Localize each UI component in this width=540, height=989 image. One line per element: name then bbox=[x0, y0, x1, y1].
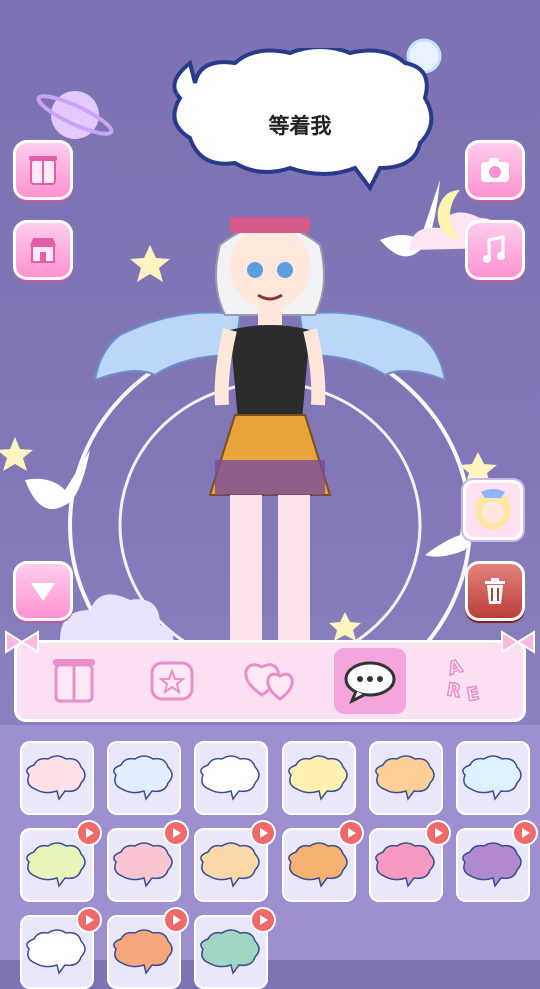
play-video-icon bbox=[252, 822, 274, 844]
bubble-sheep[interactable] bbox=[20, 909, 100, 989]
play-video-icon bbox=[165, 822, 187, 844]
bubble-preview-icon bbox=[200, 755, 260, 801]
delete-button[interactable] bbox=[465, 561, 525, 621]
bubble-zigzag-yellow[interactable] bbox=[282, 741, 356, 815]
bubble-shiba[interactable] bbox=[194, 822, 274, 902]
bubble-cloud-pink[interactable] bbox=[20, 741, 94, 815]
letters-icon: A R E bbox=[444, 655, 481, 707]
camera-icon bbox=[481, 158, 509, 182]
bubble-purple-stripe[interactable] bbox=[456, 822, 536, 902]
wardrobe-button[interactable] bbox=[13, 140, 73, 200]
star-decor bbox=[0, 437, 33, 471]
wardrobe-icon bbox=[53, 659, 95, 703]
tab-stickers[interactable] bbox=[136, 648, 208, 714]
music-button[interactable] bbox=[465, 220, 525, 280]
bubble-preview-icon bbox=[113, 842, 173, 888]
bow-icon bbox=[501, 630, 535, 654]
bubble-preview-icon bbox=[200, 929, 260, 975]
bubble-grid bbox=[0, 725, 540, 989]
bubble-teal-check[interactable] bbox=[194, 909, 274, 989]
bubble-preview-icon bbox=[375, 842, 435, 888]
shop-button[interactable] bbox=[13, 220, 73, 280]
bubble-preview-icon bbox=[462, 755, 522, 801]
play-video-icon bbox=[78, 822, 100, 844]
play-video-icon bbox=[514, 822, 536, 844]
speech-bubble-text: 等着我 bbox=[268, 114, 332, 138]
star-box-icon bbox=[150, 661, 194, 701]
bubble-preview-icon bbox=[375, 755, 435, 801]
planet-decor bbox=[36, 91, 114, 139]
goggles bbox=[230, 217, 310, 233]
bubble-round-white[interactable] bbox=[194, 741, 268, 815]
bubble-pink-envelope[interactable] bbox=[369, 822, 449, 902]
bubble-orange-check[interactable] bbox=[369, 741, 443, 815]
bow-icon bbox=[5, 630, 39, 654]
bubble-orange-cat[interactable] bbox=[107, 909, 187, 989]
camera-button[interactable] bbox=[465, 140, 525, 200]
bubble-preview-icon bbox=[113, 755, 173, 801]
category-toolbar: A R E bbox=[5, 630, 535, 722]
bubble-blue-cloud[interactable] bbox=[456, 741, 530, 815]
tab-speech-bubbles[interactable] bbox=[334, 648, 406, 714]
character-thumbnail-button[interactable] bbox=[463, 480, 523, 540]
bubble-cat-orange[interactable] bbox=[282, 822, 362, 902]
play-video-icon bbox=[78, 909, 100, 931]
character-figure[interactable] bbox=[90, 205, 450, 645]
tab-hearts[interactable] bbox=[234, 648, 306, 714]
shop-icon bbox=[30, 238, 56, 263]
tab-text[interactable]: A R E bbox=[432, 648, 504, 714]
character-avatar bbox=[466, 483, 520, 537]
bubble-jagged-blue[interactable] bbox=[107, 741, 181, 815]
music-note-icon bbox=[483, 235, 505, 263]
collapse-button[interactable] bbox=[13, 561, 73, 621]
svg-text:A: A bbox=[446, 656, 465, 680]
play-video-icon bbox=[427, 822, 449, 844]
bubble-plaid-pink[interactable] bbox=[107, 822, 187, 902]
character-stage: 等着我 bbox=[0, 0, 540, 725]
wardrobe-icon bbox=[29, 156, 57, 185]
bubble-green-rect[interactable] bbox=[20, 822, 100, 902]
bubble-preview-icon bbox=[26, 842, 86, 888]
play-video-icon bbox=[252, 909, 274, 931]
bubble-preview-icon bbox=[288, 842, 348, 888]
triangle-down-icon bbox=[31, 583, 55, 601]
bubble-preview-icon bbox=[288, 755, 348, 801]
speech-bubble-icon bbox=[344, 661, 396, 705]
svg-text:E: E bbox=[465, 683, 481, 706]
dove-decor bbox=[25, 450, 90, 510]
tab-clothes[interactable] bbox=[38, 648, 110, 714]
play-video-icon bbox=[340, 822, 362, 844]
svg-text:R: R bbox=[445, 679, 462, 702]
hearts-icon bbox=[244, 663, 294, 701]
bubble-preview-icon bbox=[26, 755, 86, 801]
bubble-preview-icon bbox=[113, 929, 173, 975]
bubble-preview-icon bbox=[26, 929, 86, 975]
bubble-preview-icon bbox=[200, 842, 260, 888]
play-video-icon bbox=[165, 909, 187, 931]
bubble-preview-icon bbox=[462, 842, 522, 888]
trash-icon bbox=[485, 578, 505, 604]
